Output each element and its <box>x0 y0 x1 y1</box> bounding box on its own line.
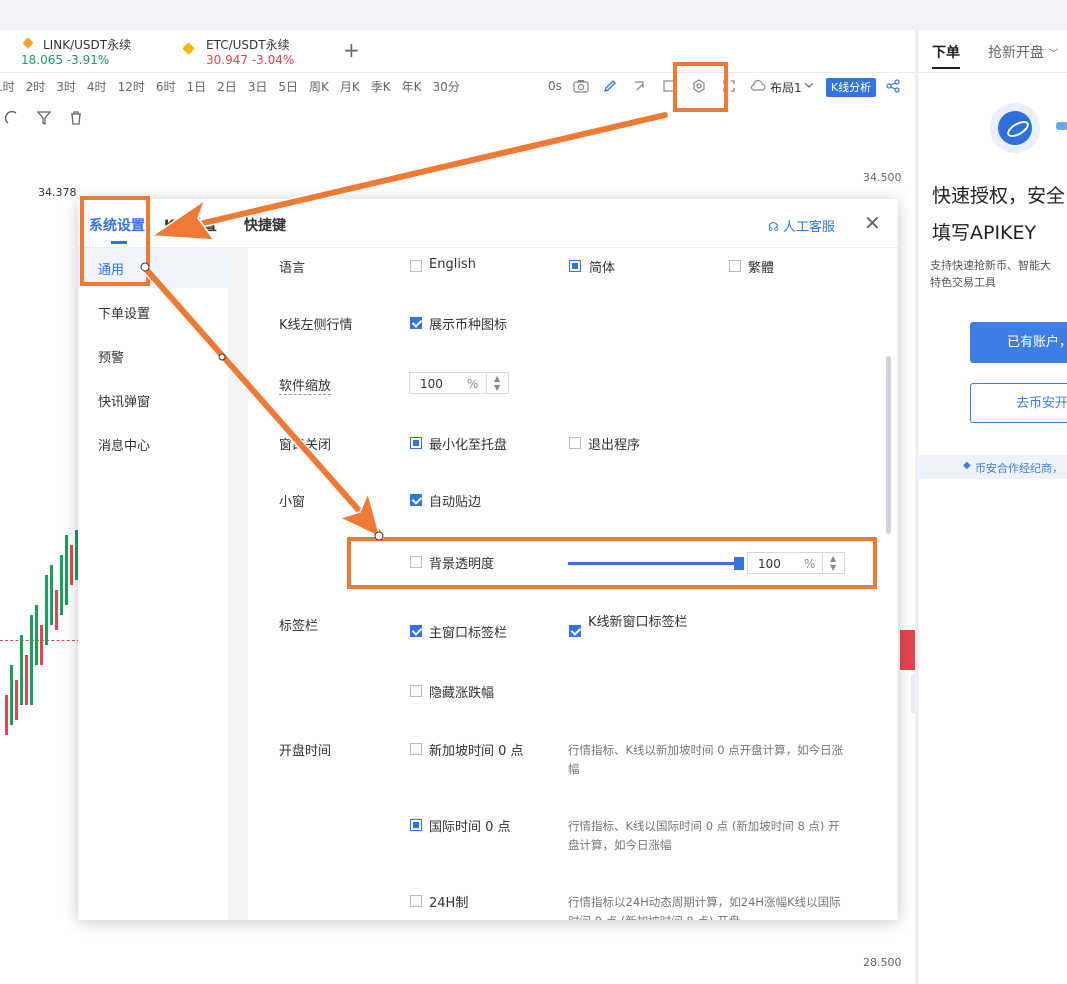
annotation-arrows <box>140 110 670 541</box>
